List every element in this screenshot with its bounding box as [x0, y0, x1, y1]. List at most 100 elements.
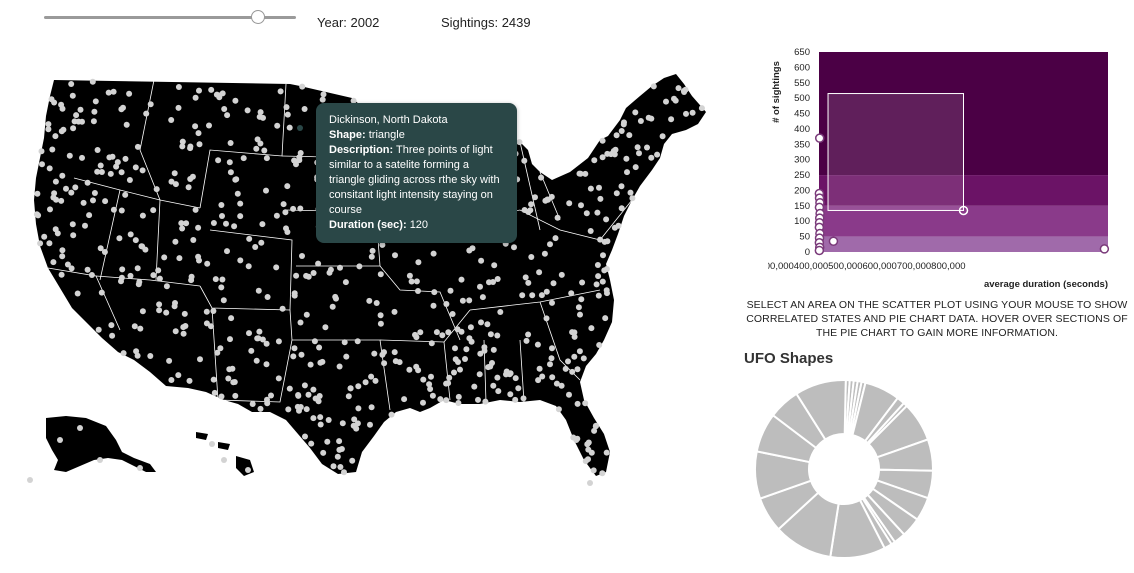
sighting-dot[interactable] [210, 308, 217, 314]
sighting-dot[interactable] [452, 356, 459, 363]
sighting-dot[interactable] [74, 290, 81, 297]
sighting-dot[interactable] [156, 275, 163, 282]
sighting-dot[interactable] [420, 399, 426, 406]
scatter-point[interactable] [1099, 244, 1110, 254]
sighting-dot[interactable] [613, 132, 620, 139]
sighting-dot[interactable] [59, 247, 66, 254]
sighting-dot[interactable] [634, 144, 641, 151]
sighting-dot[interactable] [232, 392, 239, 399]
sighting-dot[interactable] [86, 212, 93, 219]
sighting-dot[interactable] [259, 221, 266, 228]
sighting-dot[interactable] [232, 176, 239, 183]
sighting-dot[interactable] [34, 190, 41, 197]
sighting-dot[interactable] [97, 457, 103, 463]
sighting-dot[interactable] [401, 396, 408, 403]
sighting-dot[interactable] [428, 373, 434, 380]
sighting-dot[interactable] [680, 87, 687, 94]
sighting-dot[interactable] [336, 438, 343, 445]
sighting-dot[interactable] [466, 297, 473, 304]
sighting-dot[interactable] [536, 269, 543, 276]
sighting-dot[interactable] [60, 126, 67, 133]
sighting-dot[interactable] [317, 359, 324, 366]
sighting-dot[interactable] [519, 292, 526, 299]
sighting-dot[interactable] [131, 323, 138, 330]
sighting-dot[interactable] [520, 395, 527, 402]
sighting-dot[interactable] [139, 167, 146, 174]
sighting-dot[interactable] [90, 197, 96, 204]
sighting-dot[interactable] [594, 262, 601, 268]
sighting-dot[interactable] [51, 190, 58, 197]
sighting-dot[interactable] [48, 96, 55, 103]
sighting-dot[interactable] [253, 357, 260, 364]
sighting-dot[interactable] [310, 270, 317, 276]
sighting-dot[interactable] [38, 148, 45, 155]
sighting-dot[interactable] [549, 345, 555, 352]
sighting-dot[interactable] [45, 121, 52, 128]
sighting-dot[interactable] [437, 396, 444, 403]
sighting-dot[interactable] [618, 128, 625, 134]
sighting-dot[interactable] [118, 169, 125, 176]
sighting-dot[interactable] [494, 332, 501, 339]
sighting-dot[interactable] [349, 457, 356, 464]
sighting-dot[interactable] [98, 169, 105, 175]
sighting-dot[interactable] [197, 356, 203, 363]
sighting-dot[interactable] [171, 303, 178, 310]
sighting-dot[interactable] [175, 372, 182, 379]
sighting-dot[interactable] [578, 202, 584, 209]
sighting-dot[interactable] [547, 241, 553, 248]
sighting-dot[interactable] [310, 415, 317, 422]
sighting-dot[interactable] [368, 404, 375, 411]
sighting-dot[interactable] [577, 311, 583, 318]
sighting-dot[interactable] [565, 358, 571, 365]
sighting-dot[interactable] [82, 222, 88, 229]
sighting-dot[interactable] [478, 319, 484, 326]
sighting-dot[interactable] [618, 205, 625, 212]
sighting-dot[interactable] [301, 382, 308, 389]
sighting-dot[interactable] [415, 259, 422, 266]
sighting-dot[interactable] [187, 176, 194, 182]
sighting-dot[interactable] [413, 278, 420, 285]
sighting-dot[interactable] [327, 266, 334, 273]
sighting-dot[interactable] [163, 283, 170, 290]
sighting-dot[interactable] [587, 185, 594, 192]
sighting-dot[interactable] [636, 150, 642, 157]
sighting-dot[interactable] [650, 83, 657, 90]
sighting-dot[interactable] [68, 81, 75, 87]
sighting-dot[interactable] [445, 329, 452, 336]
sighting-dot[interactable] [368, 253, 375, 260]
sighting-dot[interactable] [555, 406, 562, 413]
sighting-dot[interactable] [299, 253, 305, 259]
sighting-dot[interactable] [219, 90, 226, 97]
sighting-dot[interactable] [538, 292, 545, 299]
sighting-dot[interactable] [494, 374, 501, 381]
sighting-dot[interactable] [68, 189, 75, 196]
sighting-dot[interactable] [602, 315, 609, 322]
sighting-dot[interactable] [290, 353, 297, 360]
sighting-dot[interactable] [547, 361, 553, 368]
sighting-dot[interactable] [675, 85, 682, 92]
sighting-dot[interactable] [230, 379, 237, 386]
sighting-dot[interactable] [196, 141, 203, 148]
sighting-dot[interactable] [345, 393, 352, 400]
sighting-dot[interactable] [211, 389, 218, 396]
sighting-dot[interactable] [94, 147, 101, 153]
sighting-dot[interactable] [280, 201, 287, 208]
sighting-dot[interactable] [232, 97, 239, 104]
sighting-dot[interactable] [512, 375, 519, 382]
sighting-dot[interactable] [373, 300, 380, 306]
sighting-dot[interactable] [601, 238, 608, 245]
sighting-dot[interactable] [95, 326, 102, 333]
sighting-dot[interactable] [126, 90, 133, 97]
sighting-dot[interactable] [122, 191, 129, 198]
sighting-dot[interactable] [529, 292, 536, 299]
sighting-dot[interactable] [147, 353, 154, 359]
sighting-dot[interactable] [302, 433, 308, 440]
alaska[interactable] [46, 416, 156, 472]
sighting-dot[interactable] [420, 376, 427, 383]
sighting-dot[interactable] [127, 272, 134, 279]
sighting-dot[interactable] [282, 209, 289, 216]
sighting-dot[interactable] [543, 288, 550, 295]
sighting-dot[interactable] [475, 396, 481, 403]
sighting-dot[interactable] [454, 326, 461, 333]
sighting-dot[interactable] [603, 449, 610, 456]
